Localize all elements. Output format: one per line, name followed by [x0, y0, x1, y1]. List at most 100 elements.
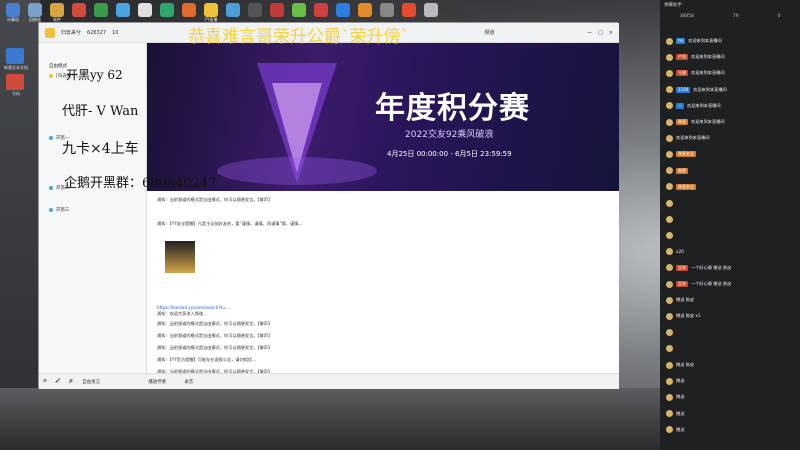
- banner-title: 年度积分赛: [375, 91, 530, 126]
- message-text: 赠送: [676, 394, 685, 400]
- desktop-app-icon[interactable]: [424, 3, 438, 17]
- volume-icon[interactable]: 🔊: [69, 379, 75, 384]
- danmaku-message: 1100 欢迎来到本直播间: [666, 85, 727, 95]
- settings-icon[interactable]: ⚙: [43, 379, 47, 384]
- desktop-app-icon[interactable]: [292, 3, 306, 17]
- message-text: 欢迎来到本直播间: [691, 119, 725, 124]
- mode-button[interactable]: 自由发言: [82, 379, 100, 385]
- danmaku-message: 一欢迎来到本直播间: [666, 101, 721, 111]
- user-avatar-icon: [666, 393, 673, 401]
- danmaku-message: 赠送: [666, 392, 684, 402]
- user-avatar-icon: [666, 183, 673, 191]
- desktop-app-icon[interactable]: [182, 3, 196, 17]
- message-text: 赠送: [676, 426, 685, 432]
- desktop-app-icon[interactable]: [380, 3, 394, 17]
- danmaku-panel: 弹幕助手 38858 79 0 tal 欢迎来到本直播间 卢哥 欢迎来到本直播间 马猫 欢迎来…: [660, 0, 800, 450]
- chat-image[interactable]: [165, 241, 195, 273]
- close-icon[interactable]: ×: [609, 30, 613, 36]
- user-badge: 林星安全: [676, 183, 696, 190]
- danmaku-message: 没有 一个好心情 赠送 陈皮: [666, 279, 731, 289]
- desktop-app-icon[interactable]: [314, 3, 328, 17]
- minimize-icon[interactable]: —: [587, 30, 592, 36]
- danmaku-message: 赠送: [666, 425, 684, 435]
- yy-main-window: 归去来兮 626327 10 频道 — □ × 自由模式 [归去来兮] 开黑一 开黑…: [38, 22, 619, 389]
- desktop-app-icon[interactable]: 软件: [50, 3, 64, 22]
- user-badge: 一: [676, 102, 684, 109]
- online-count: 10: [112, 29, 119, 36]
- danmaku-message: [666, 214, 673, 224]
- desktop-shortcut-icon[interactable]: 号码: [6, 74, 24, 96]
- message-text: 一个好心情 赠送 陈皮: [691, 264, 732, 270]
- user-avatar-icon: [666, 199, 673, 207]
- user-avatar-icon: [666, 69, 673, 77]
- desktop-app-icon[interactable]: [402, 3, 416, 17]
- message-text: 欢迎来到本直播间: [693, 86, 727, 92]
- message-text: 欢迎来到本直播间: [676, 135, 710, 141]
- desktop-app-icon[interactable]: [336, 3, 350, 17]
- user-badge: 没有: [676, 281, 688, 287]
- channel-dot-icon: [49, 74, 53, 78]
- user-avatar-icon: [666, 231, 673, 239]
- user-avatar-icon: [666, 410, 673, 418]
- user-avatar-icon: [666, 280, 673, 288]
- overlay-headline: 恭喜难言哥荣升公爵`荣升傍`: [188, 27, 409, 47]
- panel-stat: 0: [777, 13, 781, 19]
- desktop-shortcut-label: 号码: [12, 91, 20, 96]
- voice-toolbar: ⚙ 🎤 🔊 自由发言 播放伴奏 录音: [39, 373, 619, 389]
- danmaku-message: 赠送: [666, 409, 684, 419]
- user-avatar-icon: [666, 86, 673, 94]
- channel-list-item[interactable]: 开黑三: [39, 205, 146, 215]
- chat-message: 通知：【YY官方提醒】可能存在虚假公告，请勿相信...: [157, 357, 257, 362]
- desktop-app-icon[interactable]: YY直播: [204, 3, 218, 22]
- panel-stat: 79: [732, 13, 739, 19]
- danmaku-message: [666, 230, 673, 240]
- panel-header: 弹幕助手: [664, 3, 682, 8]
- desktop-app-icon[interactable]: 回收站: [28, 3, 42, 22]
- user-badge: 卢哥: [676, 54, 688, 61]
- record-button[interactable]: 录音: [184, 379, 193, 385]
- panel-stats: 38858 79 0: [660, 10, 800, 22]
- danmaku-message: tal 欢迎来到本直播间: [666, 36, 722, 46]
- event-banner[interactable]: 年度积分赛 2022交友92乘风破浪 4月25日 00:00:00 - 6月5日…: [147, 43, 619, 191]
- user-badge: tal: [676, 38, 686, 44]
- user-badge: 没有: [676, 264, 688, 271]
- danmaku-message: 欢迎来到本直播间: [666, 133, 710, 143]
- channel-dropdown[interactable]: 频道: [484, 29, 494, 36]
- user-badge: 林星安全: [676, 151, 696, 158]
- desktop-app-icon[interactable]: [160, 3, 174, 17]
- danmaku-message: 赠送 陈皮 x1: [666, 311, 701, 321]
- maximize-icon[interactable]: □: [598, 30, 603, 36]
- overlay-line-4: 企鹅开黑群：689840247: [64, 176, 217, 191]
- desktop-app-icon[interactable]: [226, 3, 240, 17]
- mic-icon[interactable]: 🎤: [55, 379, 61, 384]
- chat-area[interactable]: 通知：当前频道的模式是自由模式，你可以随便发言。【掌声】 通知：【YY安全提醒】凡…: [147, 191, 619, 377]
- desktop-app-icon[interactable]: [138, 3, 152, 17]
- user-avatar-icon: [666, 167, 673, 175]
- desktop-shortcut-icon[interactable]: 新建文本文档: [4, 48, 28, 70]
- user-avatar-icon: [666, 102, 673, 110]
- user-avatar-icon: [666, 377, 673, 385]
- danmaku-message: 赠送 陈皮: [666, 295, 694, 305]
- desktop-app-icon[interactable]: [248, 3, 262, 17]
- danmaku-message: [666, 344, 673, 354]
- message-text: x20: [676, 249, 684, 255]
- user-avatar-icon: [666, 296, 673, 304]
- overlay-line-1: 开黑yy 62: [66, 68, 123, 82]
- chat-message: 通知：当前频道的模式是自由模式，你可以随便发言。【掌声】: [157, 321, 273, 326]
- play-accompaniment-button[interactable]: 播放伴奏: [148, 379, 166, 385]
- user-avatar-icon: [666, 248, 673, 256]
- danmaku-message: x20: [666, 247, 684, 257]
- desktop-app-icon[interactable]: [72, 3, 86, 17]
- user-avatar-icon: [666, 361, 673, 369]
- chat-message: 通知：当前频道的模式是自由模式，你可以随便发言。【掌声】: [157, 345, 273, 350]
- chat-message: 通知：当前频道的模式是自由模式，你可以随便发言。【掌声】: [157, 333, 273, 338]
- chat-message: https://lianliao.yy.com/search?k=...: [157, 305, 231, 310]
- channel-id: 626327: [87, 29, 107, 36]
- desktop-app-icon[interactable]: [116, 3, 130, 17]
- desktop-app-icon[interactable]: [358, 3, 372, 17]
- app-logo-icon: [45, 27, 55, 38]
- desktop-app-icon[interactable]: 计算机: [6, 3, 20, 22]
- desktop-app-icon[interactable]: [94, 3, 108, 17]
- desktop-app-icon[interactable]: [270, 3, 284, 17]
- channel-sidebar: 自由模式 [归去来兮] 开黑一 开黑二 开黑三: [39, 43, 147, 373]
